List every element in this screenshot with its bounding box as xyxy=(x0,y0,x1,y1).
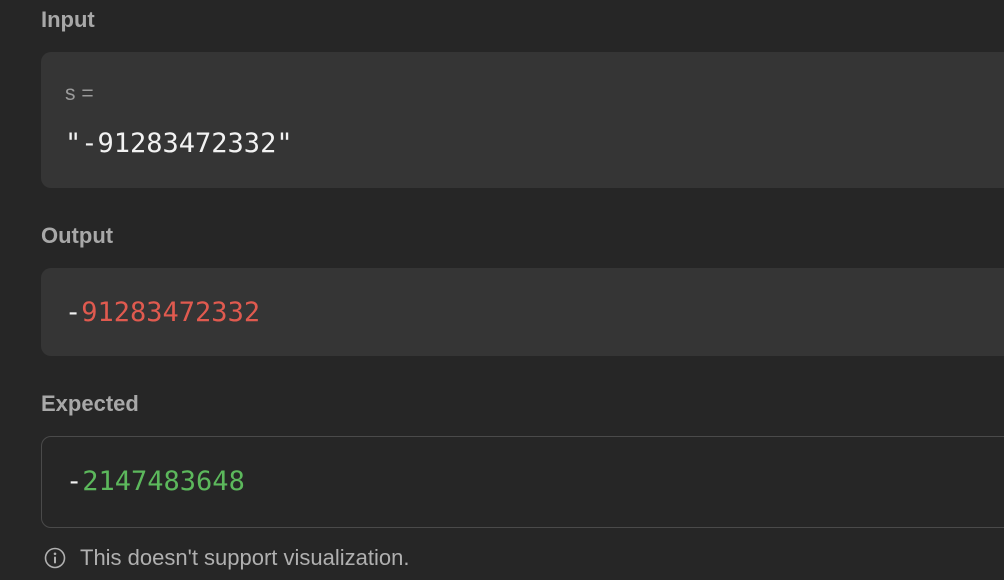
output-panel[interactable]: -91283472332 xyxy=(41,268,1004,356)
output-sign: - xyxy=(65,297,82,328)
info-icon xyxy=(44,547,66,569)
expected-panel[interactable]: -2147483648 xyxy=(41,436,1004,528)
output-section-label: Output xyxy=(41,223,114,248)
input-value[interactable]: "-91283472332" xyxy=(65,130,293,157)
input-section-label: Input xyxy=(41,7,95,32)
output-digits: 91283472332 xyxy=(81,297,261,328)
expected-value[interactable]: -2147483648 xyxy=(66,468,245,495)
expected-sign: - xyxy=(66,466,83,497)
expected-section-label: Expected xyxy=(41,391,139,416)
input-variable-name: s = xyxy=(65,82,94,105)
output-value[interactable]: -91283472332 xyxy=(65,299,260,326)
input-panel[interactable]: s = "-91283472332" xyxy=(41,52,1004,188)
expected-digits: 2147483648 xyxy=(82,466,245,497)
testcase-result-view: Input s = "-91283472332" Output -9128347… xyxy=(0,0,1004,580)
visualization-note: This doesn't support visualization. xyxy=(44,545,409,571)
visualization-note-text: This doesn't support visualization. xyxy=(80,545,410,570)
